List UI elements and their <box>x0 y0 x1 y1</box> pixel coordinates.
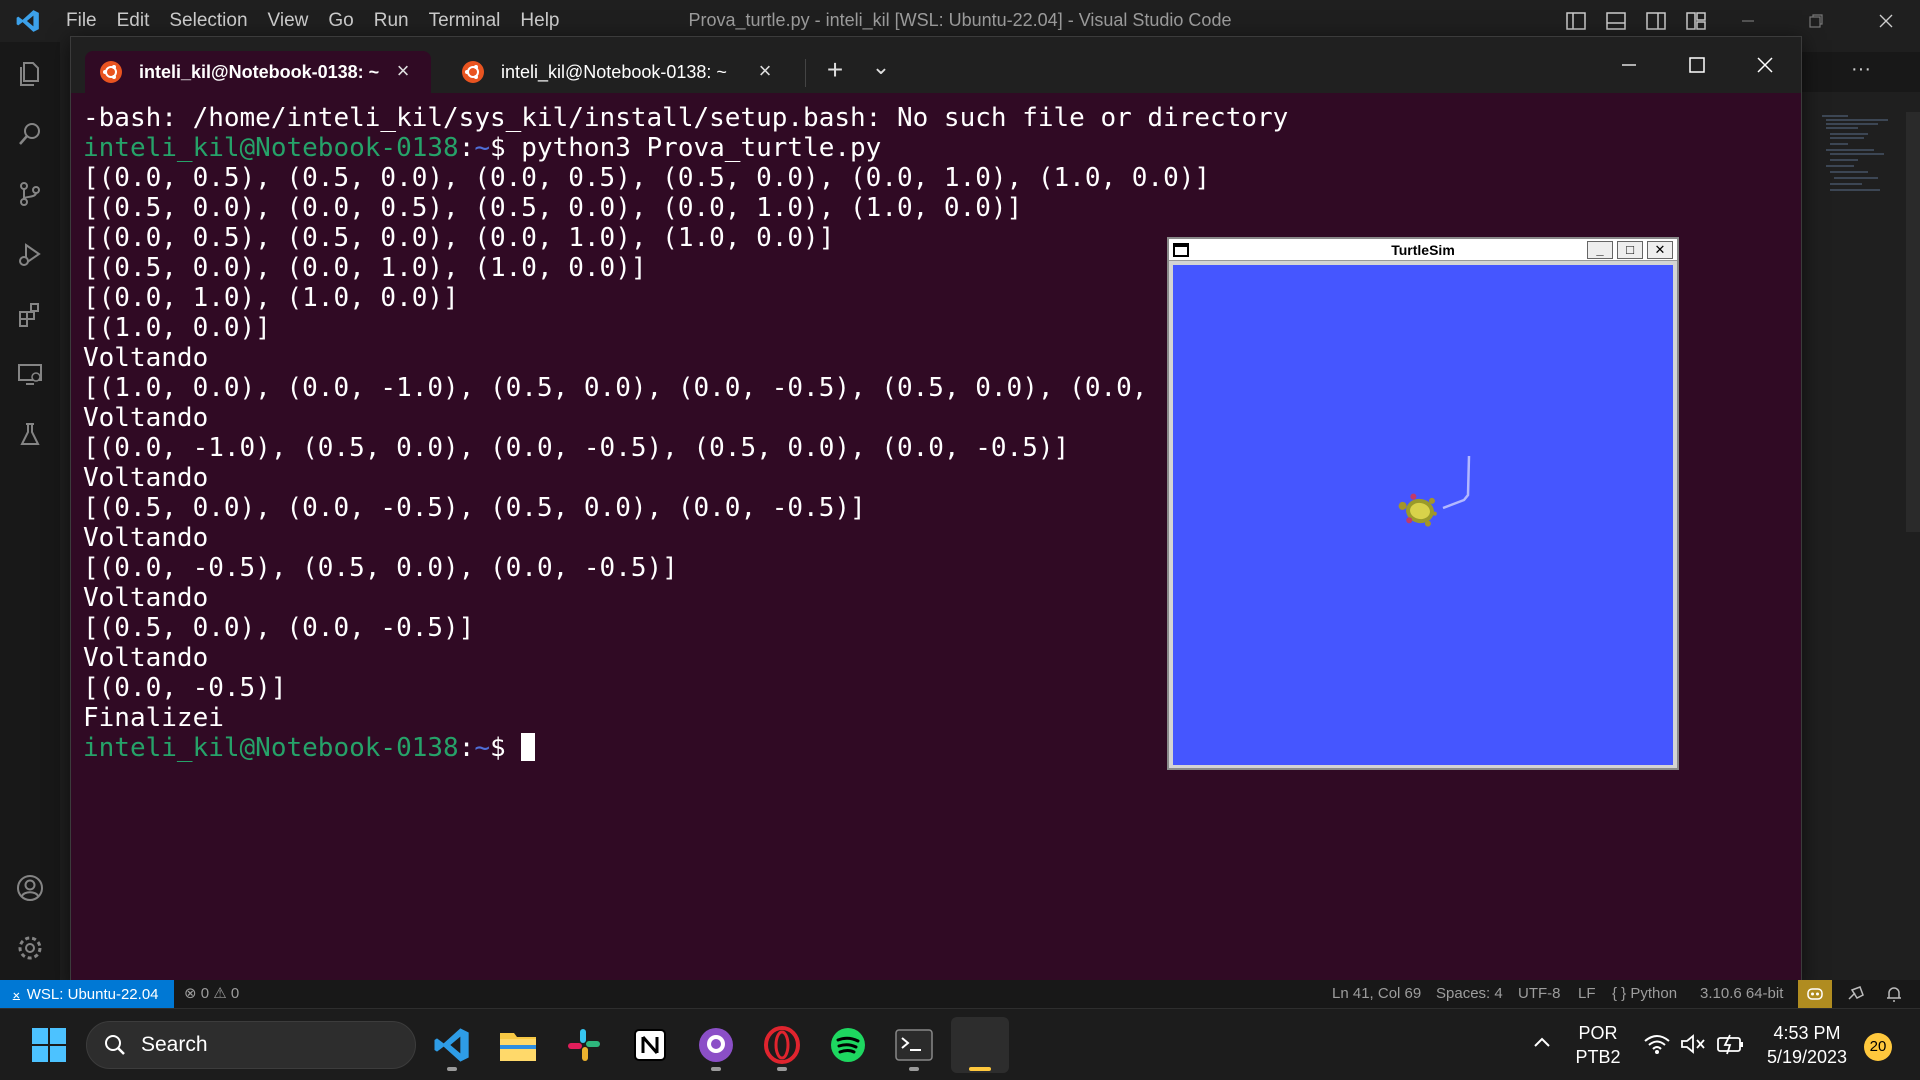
taskbar-search-box[interactable]: Search <box>86 1021 416 1069</box>
clock-date: 5/19/2023 <box>1766 1047 1848 1067</box>
restore-icon[interactable] <box>1796 0 1836 42</box>
terminal-prompt-line: inteli_kil@Notebook-0138:~$ python3 Prov… <box>83 133 1783 163</box>
terminal-tabbar: inteli_kil@Notebook-0138: ~ × inteli_kil… <box>71 37 1801 93</box>
minimap[interactable] <box>1818 112 1898 212</box>
terminal-maximize-icon[interactable] <box>1663 37 1731 93</box>
prompt-path: ~ <box>474 133 490 163</box>
tab-dropdown-button[interactable]: ⌄ <box>861 51 901 91</box>
turtlesim-titlebar[interactable]: TurtleSim _ □ ✕ <box>1169 239 1677 261</box>
run-debug-icon[interactable] <box>10 234 50 274</box>
turtlesim-close-button[interactable]: ✕ <box>1647 241 1673 259</box>
show-hidden-icons-chevron-icon[interactable] <box>1530 1031 1554 1060</box>
search-placeholder: Search <box>141 1033 208 1056</box>
search-icon[interactable] <box>10 114 50 154</box>
prompt-command: $ python3 Prova_turtle.py <box>490 133 882 163</box>
editor-scrollbar[interactable] <box>1906 112 1920 532</box>
turtlesim-minimize-button[interactable]: _ <box>1587 241 1613 259</box>
battery-charging-icon[interactable] <box>1716 1033 1746 1060</box>
remote-indicator[interactable]: ⨱ WSL: Ubuntu-22.04 <box>0 980 174 1008</box>
remote-explorer-icon[interactable] <box>10 354 50 394</box>
prompt-separator: : <box>458 733 475 763</box>
ubuntu-icon <box>100 61 122 83</box>
terminal-output-line: -bash: /home/inteli_kil/sys_kil/install/… <box>83 103 1289 133</box>
new-tab-button[interactable]: + <box>813 51 857 91</box>
clock[interactable]: 4:53 PM 5/19/2023 <box>1752 1021 1862 1069</box>
terminal-output-line: [(0.0, 0.5), (0.5, 0.0), (0.0, 0.5), (0.… <box>83 163 1211 193</box>
prompt-user: inteli_kil@Notebook-0138 <box>83 733 459 763</box>
input-language[interactable]: POR PTB2 <box>1568 1021 1628 1069</box>
language-mode[interactable]: { } Python <box>1612 980 1677 1008</box>
taskbar-spotify-icon[interactable] <box>819 1017 877 1073</box>
terminal-tab-2[interactable]: inteli_kil@Notebook-0138: ~ × <box>447 51 793 93</box>
editor-more-actions-icon[interactable]: ··· <box>1802 52 1920 92</box>
problems-indicator[interactable]: ⊗ 0 ⚠ 0 <box>184 980 239 1008</box>
terminal-close-icon[interactable] <box>1731 37 1799 93</box>
end-of-line[interactable]: LF <box>1578 980 1596 1008</box>
prompt-user: inteli_kil@Notebook-0138 <box>83 133 459 163</box>
encoding[interactable]: UTF-8 <box>1518 980 1561 1008</box>
status-bar: ⨱ WSL: Ubuntu-22.04 ⊗ 0 ⚠ 0 Ln 41, Col 6… <box>0 980 1920 1008</box>
terminal-tab-1-label: inteli_kil@Notebook-0138: ~ <box>139 61 380 82</box>
tab-divider <box>805 59 806 87</box>
terminal-tab-2-label: inteli_kil@Notebook-0138: ~ <box>501 61 727 82</box>
copilot-icon[interactable] <box>1798 980 1832 1008</box>
testing-icon[interactable] <box>10 414 50 454</box>
accounts-icon[interactable] <box>10 868 50 908</box>
prompt-separator: : <box>458 133 475 163</box>
explorer-icon[interactable] <box>10 54 50 94</box>
remote-icon: ⨱ <box>12 985 21 1003</box>
language-code: POR <box>1578 1023 1618 1043</box>
windows-start-icon[interactable] <box>20 1017 78 1073</box>
taskbar-opera-icon[interactable] <box>753 1017 811 1073</box>
turtle-icon <box>1398 493 1437 527</box>
settings-gear-icon[interactable] <box>10 928 50 968</box>
volume-muted-icon[interactable] <box>1680 1033 1706 1060</box>
turtlesim-window: TurtleSim _ □ ✕ <box>1167 237 1679 770</box>
turtlesim-maximize-button[interactable]: □ <box>1617 241 1643 259</box>
turtle-path <box>1442 455 1471 510</box>
taskbar-active-app[interactable] <box>951 1017 1009 1073</box>
close-tab-1-icon[interactable]: × <box>393 60 413 82</box>
taskbar-terminal-icon[interactable] <box>885 1017 943 1073</box>
clock-time: 4:53 PM <box>1773 1023 1841 1043</box>
taskbar-github-desktop-icon[interactable] <box>687 1017 745 1073</box>
feedback-icon[interactable] <box>1846 984 1866 1008</box>
notification-count-badge[interactable]: 20 <box>1864 1033 1892 1061</box>
terminal-tab-1[interactable]: inteli_kil@Notebook-0138: ~ × <box>85 51 431 93</box>
windows-taskbar: Search POR PTB2 4:53 PM 5/19/2023 20 <box>0 1008 1920 1080</box>
prompt-command: $ <box>490 733 522 763</box>
indentation[interactable]: Spaces: 4 <box>1436 980 1503 1008</box>
close-tab-2-icon[interactable]: × <box>755 60 775 82</box>
remote-label: WSL: Ubuntu-22.04 <box>26 985 159 1003</box>
taskbar-notion-icon[interactable] <box>621 1017 679 1073</box>
activity-bar <box>0 42 60 980</box>
turtlesim-canvas <box>1173 265 1673 765</box>
taskbar-slack-icon[interactable] <box>555 1017 613 1073</box>
terminal-cursor <box>521 733 536 761</box>
terminal-minimize-icon[interactable] <box>1595 37 1663 93</box>
notifications-bell-icon[interactable] <box>1884 984 1904 1008</box>
turtlesim-title: TurtleSim <box>1391 242 1455 258</box>
vscode-logo-icon <box>0 0 56 42</box>
ubuntu-icon <box>462 61 484 83</box>
extensions-icon[interactable] <box>10 294 50 334</box>
search-icon <box>105 1035 125 1055</box>
cursor-position[interactable]: Ln 41, Col 69 <box>1332 980 1421 1008</box>
prompt-path: ~ <box>474 733 490 763</box>
wifi-icon[interactable] <box>1644 1033 1670 1060</box>
source-control-icon[interactable] <box>10 174 50 214</box>
window-menu-icon[interactable] <box>1173 243 1189 257</box>
taskbar-vscode-icon[interactable] <box>423 1017 481 1073</box>
keyboard-layout: PTB2 <box>1575 1047 1621 1067</box>
close-icon[interactable] <box>1866 0 1906 42</box>
taskbar-file-explorer-icon[interactable] <box>489 1017 547 1073</box>
python-interpreter[interactable]: 3.10.6 64-bit <box>1700 980 1783 1008</box>
terminal-output-line: [(0.5, 0.0), (0.0, 0.5), (0.5, 0.0), (0.… <box>83 193 1023 223</box>
